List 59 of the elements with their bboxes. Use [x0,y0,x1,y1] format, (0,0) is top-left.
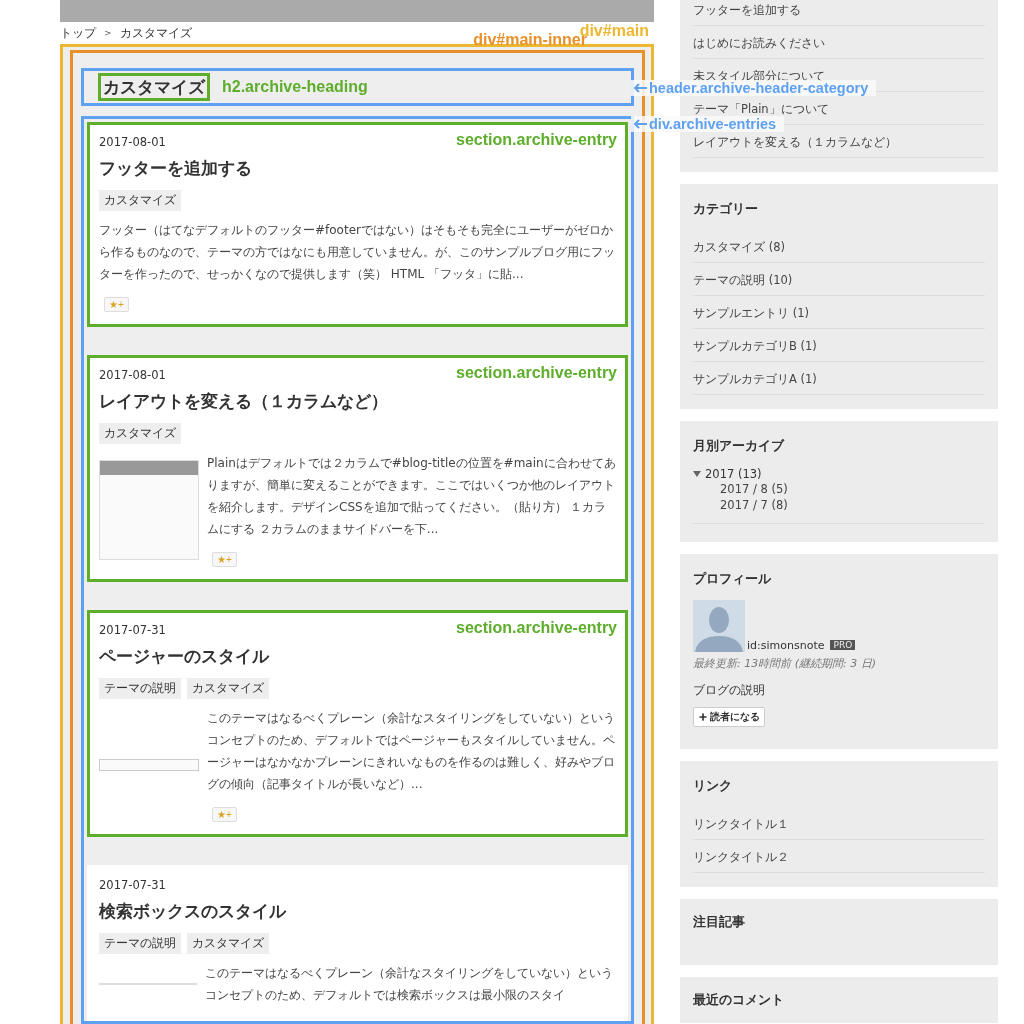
breadcrumb-link[interactable]: トップ [60,25,96,41]
sidebar-link[interactable]: リンクタイトル２ [693,850,789,864]
category-tag[interactable]: テーマの説明 [99,933,181,954]
sidebar-link[interactable]: テーマの説明 (10) [693,273,793,287]
sidebar-link[interactable]: サンプルカテゴリA (1) [693,372,817,386]
entry-title[interactable]: 検索ボックスのスタイル [99,900,616,923]
breadcrumb-link[interactable]: カスタマイズ [119,25,192,41]
entry-date: 2017-08-01 [99,135,166,149]
category-tag[interactable]: カスタマイズ [187,933,269,954]
sidebar-link[interactable]: レイアウトを変える（１カラムなど） [693,135,897,149]
sidebar-link[interactable]: テーマ「Plain」について [693,102,829,116]
blog-description: ブログの説明 [693,683,766,698]
archive-month-link[interactable]: 2017 / 7 (8) [693,497,985,513]
disclosure-triangle-icon[interactable] [693,471,701,477]
widget-title: リンク [693,777,733,795]
entry-summary: このテーマはなるべくプレーン（余計なスタイリングをしていない）というコンセプトのため、デフォルトではページャーもスタイルしていません。ページャーはなかなかプレーンにきれいなものを作るのは難しく、好みやブログの傾向（記事タイトルが長いなど）... [207,710,616,793]
widget-title: カテゴリー [693,200,759,218]
category-tag[interactable]: カスタマイズ [187,678,269,699]
plus-icon [698,712,708,722]
user-id[interactable]: id:simonsnote [747,639,825,652]
category-tag[interactable]: カスタマイズ [99,190,181,211]
entry-summary: このテーマはなるべくプレーン（余計なスタイリングをしていない）というコンセプトのため、デフォルトでは検索ボックスは最小限のスタイ [205,965,614,1004]
arrow-icon [633,119,647,129]
breadcrumb-separator: > [104,28,112,38]
widget-title: 最近のコメント [693,991,785,1009]
widget-title: 注目記事 [693,913,746,931]
sidebar-link[interactable]: リンクタイトル１ [693,817,789,831]
widget-title: 月別アーカイブ [693,437,786,455]
subscribe-button[interactable]: 読者になる [693,707,765,727]
entry-summary: Plainはデフォルトでは２カラムで#blog-titleの位置を#mainに合わせてありますが、簡単に変えることができます。ここではいくつか他のレイアウトを紹介します。デザインCSSを追加で貼ってください。（貼り方） １カラムにする ２カラムのままサイドバーを下... [207,455,616,538]
entry-title[interactable]: レイアウトを変える（１カラムなど） [99,390,616,413]
sidebar-link[interactable]: カスタマイズ (8) [693,240,785,254]
annotation-label: section.archive-entry [456,131,617,149]
annotation-label: div.archive-entries [631,116,785,132]
entry-date: 2017-07-31 [99,623,166,637]
archive-year-link[interactable]: 2017 (13) [705,467,762,481]
arrow-icon [633,83,647,93]
annotation-label: section.archive-entry [456,619,617,637]
annotation-label: h2.archive-heading [222,78,368,96]
annotation-label: header.archive-header-category [631,80,877,96]
sidebar-link[interactable]: フッターを追加する [693,3,801,17]
entry-date: 2017-08-01 [99,368,166,382]
entry-date: 2017-07-31 [99,878,166,892]
annotation-label: section.archive-entry [456,364,617,382]
entry-summary: フッター（はてなデフォルトのフッター#footerではない）はそもそも完全にユーザーがゼロから作るものなので、テーマの方ではなにも用意していません。が、このサンプルブログ用にフッターを作ったので、せっかくなので提供します（笑） HTML 「フッタ」に貼... [99,222,616,283]
sidebar-link[interactable]: 未スタイル部分について [693,69,825,83]
pro-badge: PRO [830,640,856,650]
category-tag[interactable]: カスタマイズ [99,423,181,444]
sidebar-link[interactable]: サンプルエントリ (1) [693,306,809,320]
entry-title[interactable]: フッターを追加する [99,157,616,180]
sidebar-link[interactable]: サンプルカテゴリB (1) [693,339,817,353]
update-info: 最終更新: 13時間前 (継続期間: 3 日) [693,656,877,671]
avatar-silhouette [693,600,745,652]
category-tag[interactable]: テーマの説明 [99,678,181,699]
archive-heading: カスタマイズ [98,73,210,101]
archive-month-link[interactable]: 2017 / 8 (5) [693,481,985,497]
sidebar-link[interactable]: はじめにお読みください [693,36,825,50]
widget-title: プロフィール [693,570,772,588]
entry-title[interactable]: ページャーのスタイル [99,645,616,668]
